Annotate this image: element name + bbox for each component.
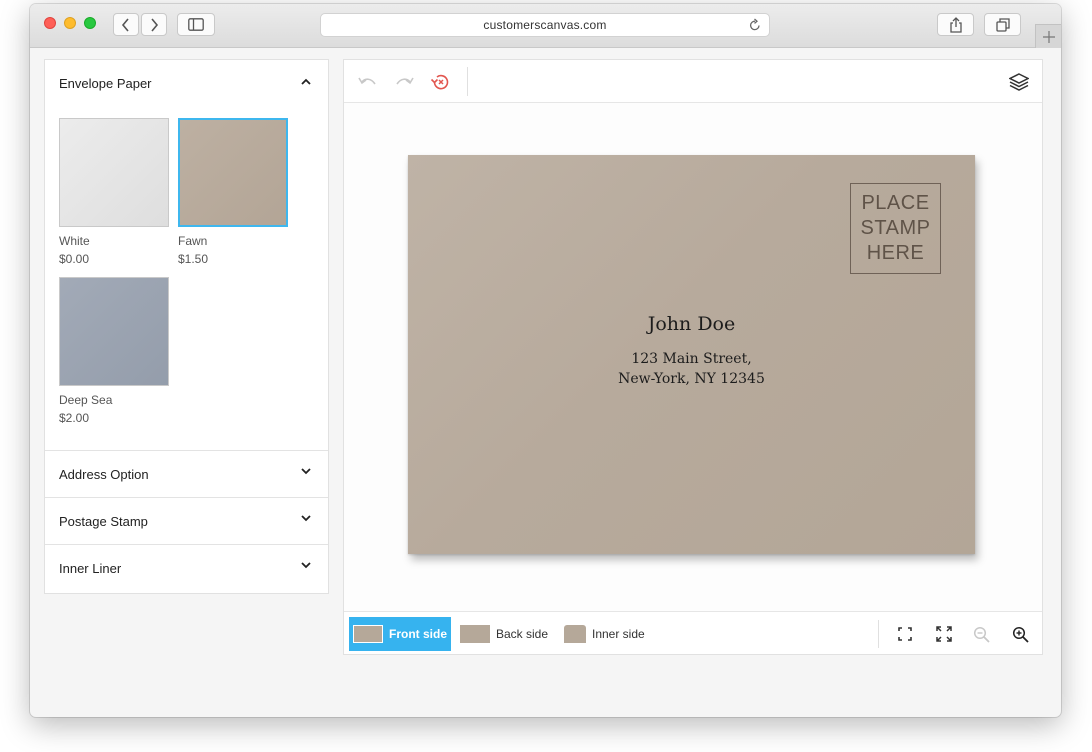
section-title: Postage Stamp <box>59 513 148 529</box>
tab-front-side[interactable]: Front side <box>349 617 451 651</box>
editor-toolbar <box>344 60 1042 103</box>
url-text: customerscanvas.com <box>483 18 607 32</box>
fit-to-screen-button[interactable] <box>895 624 915 644</box>
swatch-name: Fawn <box>178 234 208 248</box>
section-envelope-paper-header[interactable]: Envelope Paper <box>45 60 328 107</box>
address-line-2[interactable]: New-York, NY 12345 <box>408 371 975 387</box>
stamp-placeholder[interactable]: PLACE STAMP HERE <box>850 183 941 274</box>
zoom-in-icon <box>1012 626 1029 643</box>
stamp-text-line: STAMP <box>860 217 931 239</box>
close-window-button[interactable] <box>44 17 56 29</box>
forward-button[interactable] <box>141 13 167 36</box>
options-panel: Envelope Paper White $0.00 Fawn $1.50 De… <box>44 59 329 594</box>
envelope-front[interactable]: PLACE STAMP HERE John Doe 123 Main Stree… <box>408 155 975 554</box>
redo-button[interactable] <box>395 72 415 92</box>
recipient-name[interactable]: John Doe <box>408 313 975 335</box>
fullscreen-button[interactable] <box>934 624 954 644</box>
side-tab-label: Front side <box>389 627 448 641</box>
zoom-in-button[interactable] <box>1010 624 1030 644</box>
tabs-icon <box>995 17 1010 32</box>
back-button[interactable] <box>113 13 139 36</box>
section-title: Address Option <box>59 466 149 482</box>
address-bar[interactable]: customerscanvas.com <box>320 13 770 37</box>
plus-icon <box>1042 30 1055 43</box>
revert-button[interactable] <box>430 72 450 92</box>
stamp-text-line: PLACE <box>861 192 930 214</box>
paper-swatch-white[interactable]: White $0.00 <box>59 118 169 267</box>
back-side-thumbnail <box>460 625 490 643</box>
paper-swatch-grid: White $0.00 Fawn $1.50 Deep Sea $2.00 <box>45 107 328 450</box>
swatch-name: White <box>59 234 90 248</box>
browser-window: customerscanvas.com Envelope Paper White… <box>30 4 1061 717</box>
side-tab-label: Inner side <box>592 627 645 641</box>
tab-inner-side[interactable]: Inner side <box>564 617 645 651</box>
toolbar-divider <box>467 67 468 96</box>
swatch-price: $0.00 <box>59 252 90 266</box>
section-inner-liner-header[interactable]: Inner Liner <box>45 544 328 591</box>
address-line-1[interactable]: 123 Main Street, <box>408 351 975 367</box>
stamp-text-line: HERE <box>866 242 925 264</box>
undo-icon <box>358 77 376 85</box>
browser-toolbar: customerscanvas.com <box>30 4 1061 48</box>
inner-side-thumbnail <box>564 625 586 643</box>
zoom-out-button[interactable] <box>971 624 991 644</box>
undo-button[interactable] <box>357 72 377 92</box>
swatch-image <box>59 277 169 386</box>
maximize-window-button[interactable] <box>84 17 96 29</box>
share-button[interactable] <box>937 13 974 36</box>
paper-swatch-deep-sea[interactable]: Deep Sea $2.00 <box>59 277 169 426</box>
fullscreen-icon <box>936 626 952 642</box>
swatch-name: Deep Sea <box>59 393 113 407</box>
chevron-left-icon <box>121 17 129 32</box>
swatch-image <box>59 118 169 227</box>
sidebar-icon <box>188 18 204 31</box>
section-address-option-header[interactable]: Address Option <box>45 450 328 497</box>
zoom-out-icon <box>973 626 990 643</box>
design-canvas[interactable]: PLACE STAMP HERE John Doe 123 Main Stree… <box>344 103 1042 611</box>
design-editor: PLACE STAMP HERE John Doe 123 Main Stree… <box>343 59 1043 655</box>
layers-button[interactable] <box>1009 72 1029 92</box>
redo-icon <box>396 77 414 85</box>
swatch-price: $2.00 <box>59 411 90 425</box>
share-icon <box>949 16 962 33</box>
tab-back-side[interactable]: Back side <box>460 617 548 651</box>
section-postage-stamp-header[interactable]: Postage Stamp <box>45 497 328 544</box>
sidebar-toggle-button[interactable] <box>177 13 215 36</box>
reload-icon[interactable] <box>749 18 761 35</box>
chevron-down-icon <box>301 468 311 475</box>
viewer-bottom-bar: Front side Back side Inner side <box>344 611 1042 655</box>
layers-icon <box>1009 73 1029 91</box>
chevron-down-icon <box>301 562 311 569</box>
tabs-overview-button[interactable] <box>984 13 1021 36</box>
fit-to-screen-icon <box>898 627 912 641</box>
revert-icon <box>430 74 449 90</box>
section-title: Inner Liner <box>59 560 122 576</box>
chevron-up-icon <box>301 78 311 85</box>
front-side-thumbnail <box>353 625 383 643</box>
minimize-window-button[interactable] <box>64 17 76 29</box>
swatch-price: $1.50 <box>178 252 209 266</box>
bottombar-divider <box>878 620 879 648</box>
side-tab-label: Back side <box>496 627 549 641</box>
paper-swatch-fawn[interactable]: Fawn $1.50 <box>178 118 288 267</box>
swatch-image <box>178 118 288 227</box>
chevron-down-icon <box>301 515 311 522</box>
new-tab-button[interactable] <box>1035 24 1061 48</box>
chevron-right-icon <box>151 17 159 32</box>
section-title: Envelope Paper <box>59 76 152 91</box>
